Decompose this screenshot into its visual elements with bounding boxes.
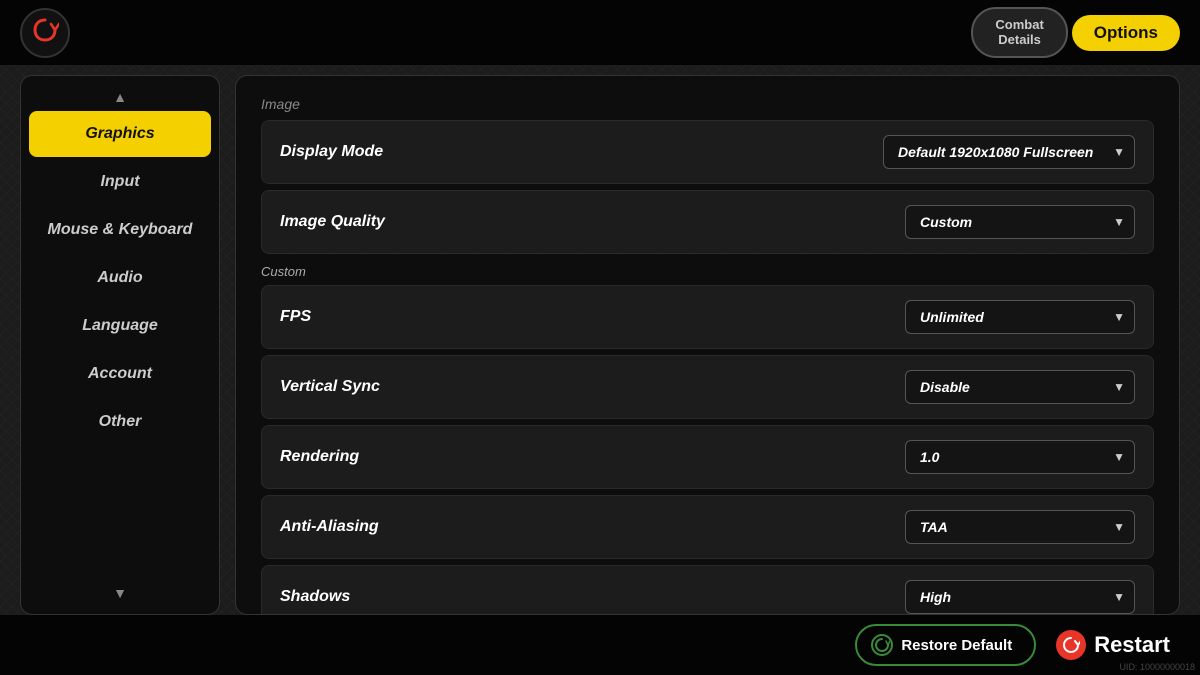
restart-button[interactable]: Restart bbox=[1056, 630, 1170, 660]
sidebar-arrow-up[interactable]: ▲ bbox=[108, 84, 132, 110]
sidebar-item-audio[interactable]: Audio bbox=[29, 255, 211, 301]
sidebar-item-input[interactable]: Input bbox=[29, 159, 211, 205]
restore-default-button[interactable]: Restore Default bbox=[855, 624, 1036, 666]
image-quality-select[interactable]: Custom Low Medium High Ultra bbox=[905, 205, 1135, 239]
section-custom-label: Custom bbox=[261, 264, 1154, 279]
image-quality-row: Image Quality Custom Low Medium High Ult… bbox=[261, 190, 1154, 254]
vsync-label: Vertical Sync bbox=[280, 378, 380, 396]
vsync-select[interactable]: Disable Enable bbox=[905, 370, 1135, 404]
shadows-select[interactable]: High Low Medium Ultra bbox=[905, 580, 1135, 614]
vsync-row: Vertical Sync Disable Enable ▼ bbox=[261, 355, 1154, 419]
anti-aliasing-row: Anti-Aliasing TAA None FXAA MSAA ▼ bbox=[261, 495, 1154, 559]
main-layout: ▲ Graphics Input Mouse & Keyboard Audio … bbox=[20, 75, 1180, 615]
fps-row: FPS Unlimited 30 60 120 144 ▼ bbox=[261, 285, 1154, 349]
logo-icon bbox=[31, 16, 59, 50]
anti-aliasing-select[interactable]: TAA None FXAA MSAA bbox=[905, 510, 1135, 544]
topbar: Combat Details Options bbox=[0, 0, 1200, 65]
shadows-dropdown-wrapper: High Low Medium Ultra ▼ bbox=[905, 580, 1135, 614]
shadows-row: Shadows High Low Medium Ultra ▼ bbox=[261, 565, 1154, 615]
rendering-select[interactable]: 1.0 0.5 0.75 1.25 1.5 bbox=[905, 440, 1135, 474]
anti-aliasing-label: Anti-Aliasing bbox=[280, 518, 379, 536]
section-image-label: Image bbox=[261, 96, 1154, 112]
sidebar-item-other[interactable]: Other bbox=[29, 399, 211, 445]
display-mode-select[interactable]: Default 1920x1080 Fullscreen 1920x1080 W… bbox=[883, 135, 1135, 169]
content-panel: Image Display Mode Default 1920x1080 Ful… bbox=[235, 75, 1180, 615]
fps-label: FPS bbox=[280, 308, 311, 326]
sidebar: ▲ Graphics Input Mouse & Keyboard Audio … bbox=[20, 75, 220, 615]
uid-text: UID: 10000000018 bbox=[1119, 662, 1195, 672]
restart-icon bbox=[1056, 630, 1086, 660]
logo-button[interactable] bbox=[20, 8, 70, 58]
vsync-dropdown-wrapper: Disable Enable ▼ bbox=[905, 370, 1135, 404]
sidebar-item-language[interactable]: Language bbox=[29, 303, 211, 349]
shadows-label: Shadows bbox=[280, 588, 350, 606]
sidebar-arrow-down[interactable]: ▼ bbox=[108, 580, 132, 606]
fps-select[interactable]: Unlimited 30 60 120 144 bbox=[905, 300, 1135, 334]
tab-combat-details[interactable]: Combat Details bbox=[971, 7, 1067, 58]
restore-label: Restore Default bbox=[901, 637, 1012, 654]
image-quality-dropdown-wrapper: Custom Low Medium High Ultra ▼ bbox=[905, 205, 1135, 239]
rendering-dropdown-wrapper: 1.0 0.5 0.75 1.25 1.5 ▼ bbox=[905, 440, 1135, 474]
display-mode-dropdown-wrapper: Default 1920x1080 Fullscreen 1920x1080 W… bbox=[883, 135, 1135, 169]
bottom-bar: Restore Default Restart UID: 10000000018 bbox=[0, 615, 1200, 675]
sidebar-item-graphics[interactable]: Graphics bbox=[29, 111, 211, 157]
display-mode-row: Display Mode Default 1920x1080 Fullscree… bbox=[261, 120, 1154, 184]
tab-options[interactable]: Options bbox=[1072, 15, 1180, 51]
anti-aliasing-dropdown-wrapper: TAA None FXAA MSAA ▼ bbox=[905, 510, 1135, 544]
rendering-row: Rendering 1.0 0.5 0.75 1.25 1.5 ▼ bbox=[261, 425, 1154, 489]
fps-dropdown-wrapper: Unlimited 30 60 120 144 ▼ bbox=[905, 300, 1135, 334]
sidebar-item-account[interactable]: Account bbox=[29, 351, 211, 397]
image-quality-label: Image Quality bbox=[280, 213, 385, 231]
restore-icon bbox=[871, 634, 893, 656]
sidebar-item-mouse-keyboard[interactable]: Mouse & Keyboard bbox=[29, 207, 211, 253]
restart-label: Restart bbox=[1094, 632, 1170, 658]
display-mode-label: Display Mode bbox=[280, 143, 383, 161]
rendering-label: Rendering bbox=[280, 448, 359, 466]
nav-tabs: Combat Details Options bbox=[971, 7, 1180, 58]
